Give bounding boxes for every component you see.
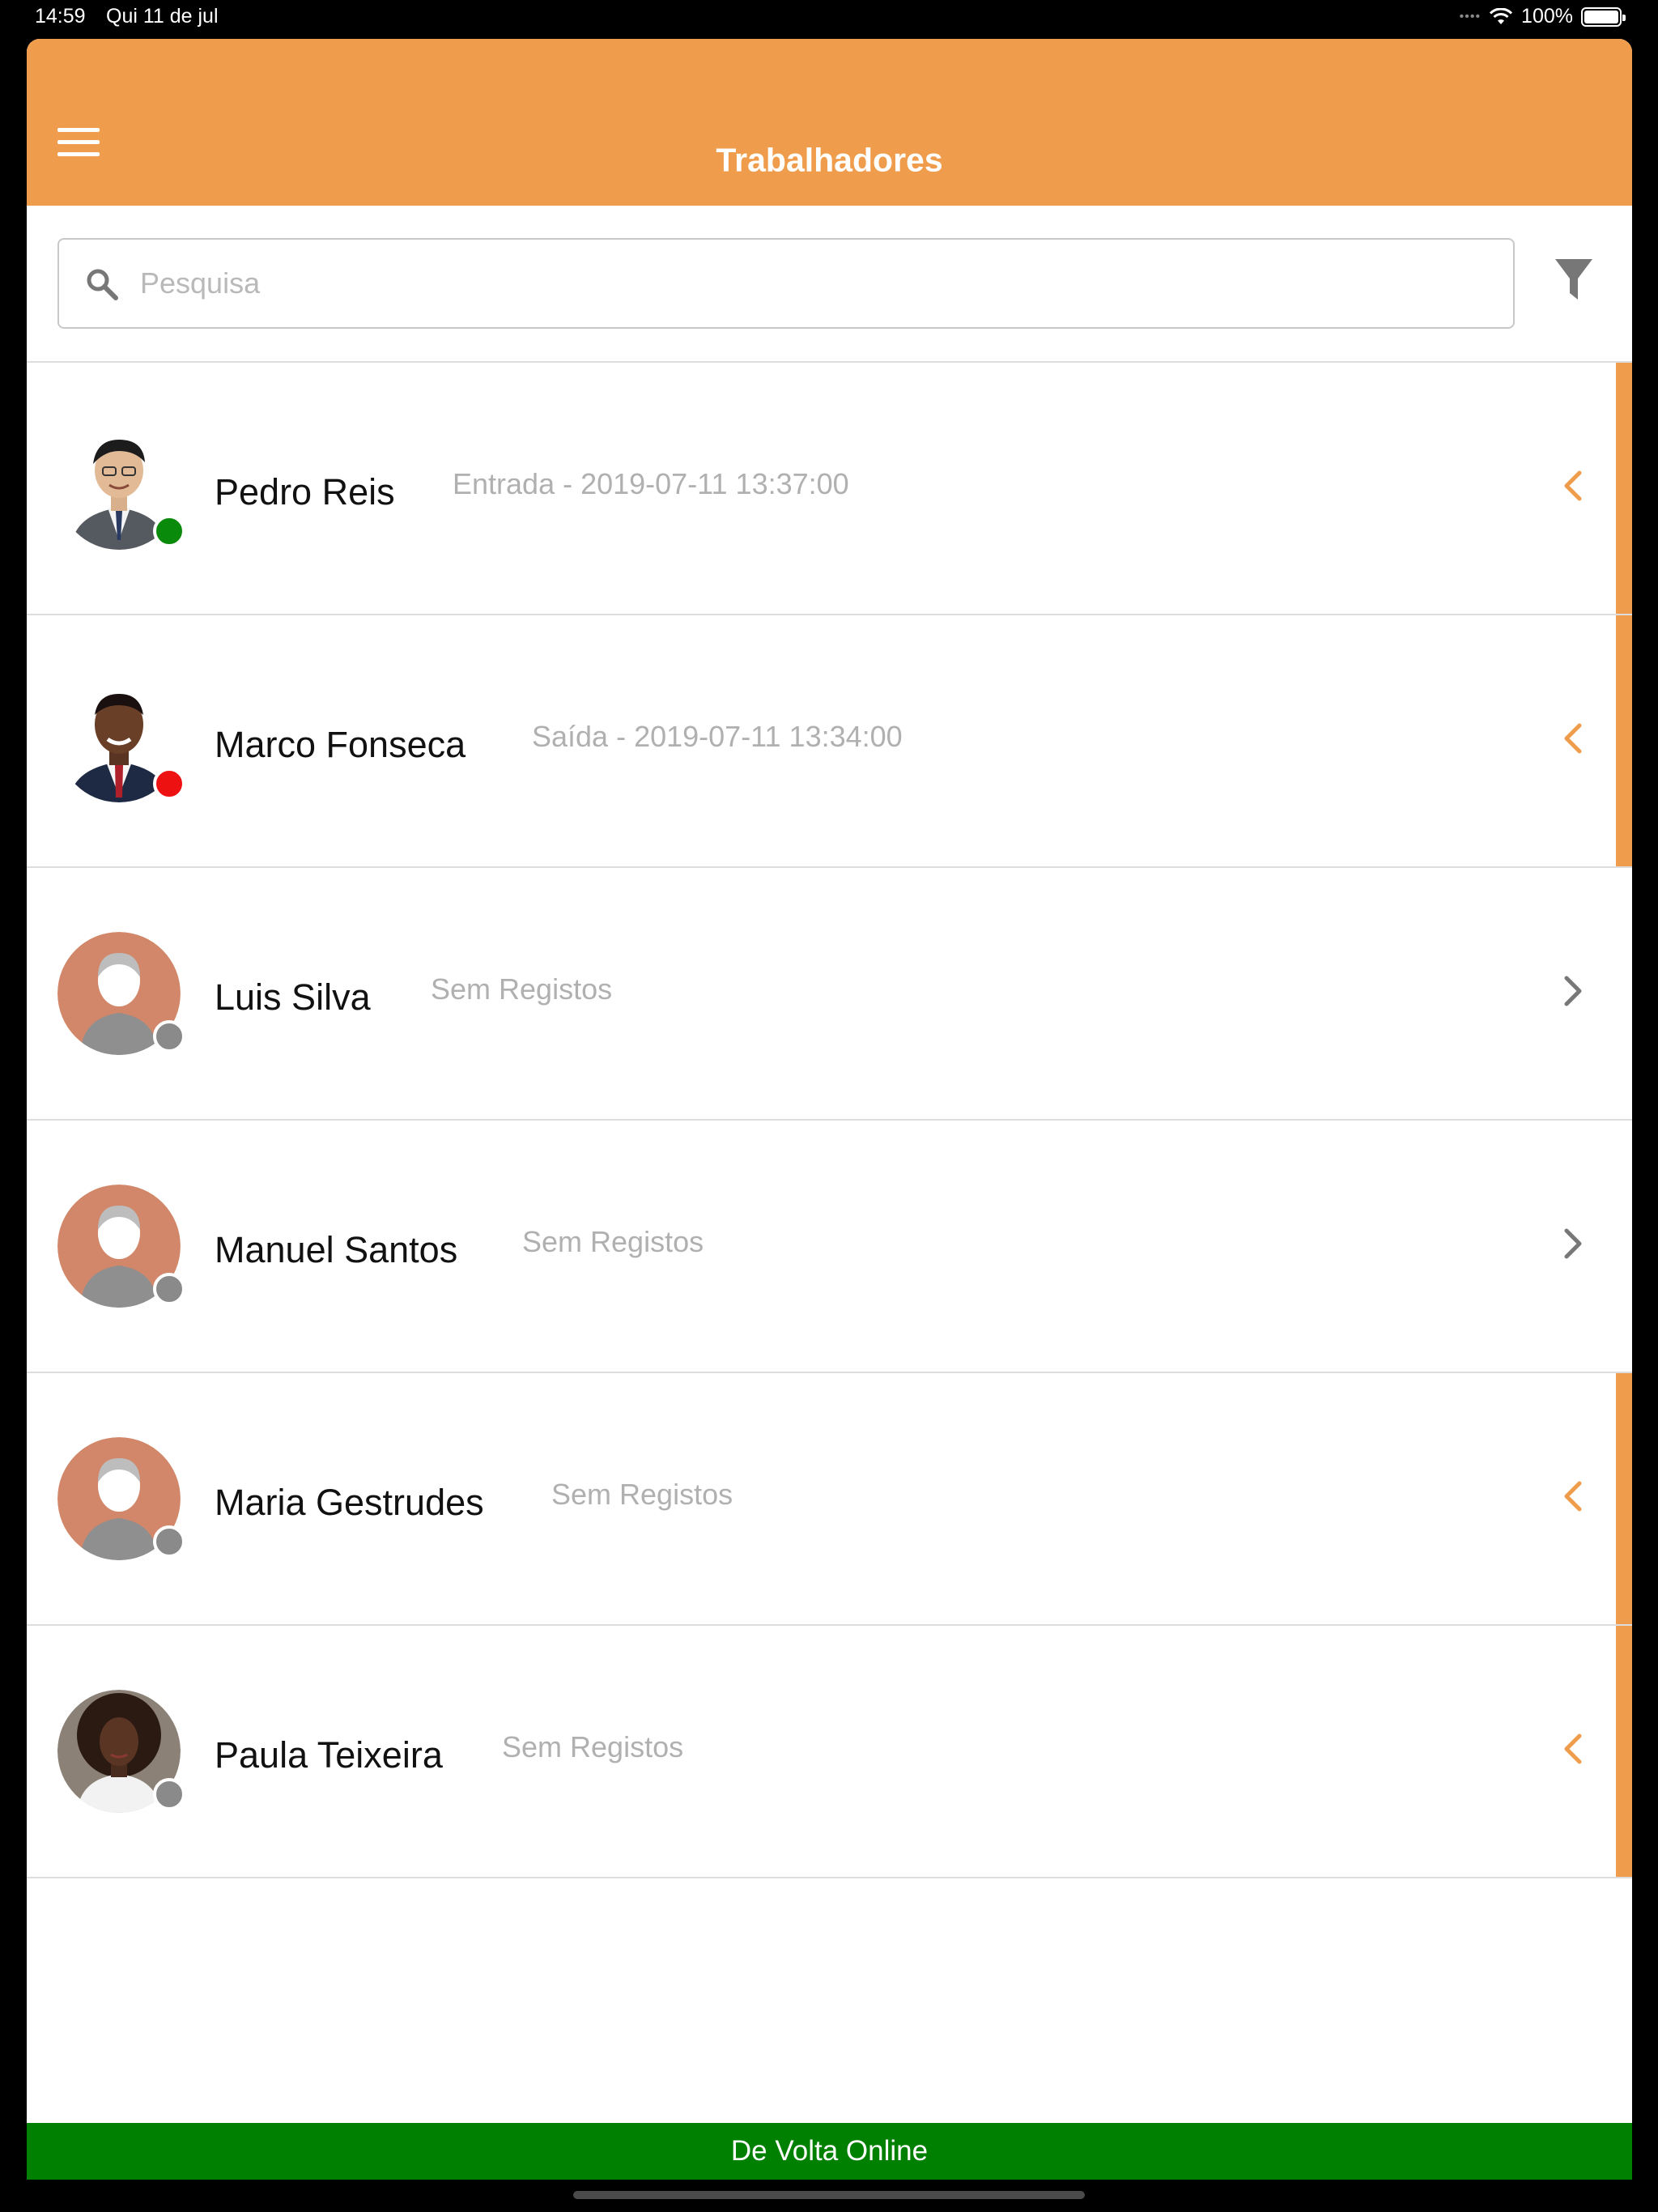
home-indicator <box>573 2191 1085 2199</box>
list-item[interactable]: Manuel Santos Sem Registos <box>27 1121 1632 1373</box>
status-date: Qui 11 de jul <box>106 5 219 28</box>
status-unknown-dot <box>153 1273 185 1305</box>
search-icon <box>87 269 118 300</box>
worker-subtitle: Sem Registos <box>431 972 613 1006</box>
connection-banner: De Volta Online <box>27 2123 1632 2180</box>
workers-list: Pedro Reis Entrada - 2019-07-11 13:37:00 <box>27 363 1632 1878</box>
battery-percent: 100% <box>1521 5 1573 28</box>
row-accent-bar <box>1616 1373 1632 1624</box>
status-time: 14:59 <box>35 5 86 28</box>
status-bar: 14:59 Qui 11 de jul •••• 100% <box>0 0 1658 39</box>
connection-banner-text: De Volta Online <box>730 2135 929 2167</box>
worker-subtitle: Sem Registos <box>551 1478 733 1511</box>
wifi-icon <box>1489 7 1513 24</box>
list-item[interactable]: Pedro Reis Entrada - 2019-07-11 13:37:00 <box>27 363 1632 615</box>
worker-subtitle: Entrada - 2019-07-11 13:37:00 <box>453 467 849 500</box>
worker-name: Paula Teixeira <box>215 1734 443 1776</box>
search-field[interactable] <box>57 238 1515 329</box>
worker-subtitle: Sem Registos <box>522 1225 704 1258</box>
row-accent-bar <box>1616 1626 1632 1877</box>
status-unknown-dot <box>153 1525 185 1558</box>
worker-subtitle: Saída - 2019-07-11 13:34:00 <box>532 720 903 753</box>
filter-funnel-icon[interactable] <box>1554 257 1594 303</box>
worker-name: Marco Fonseca <box>215 724 466 765</box>
search-bar <box>27 206 1632 363</box>
list-item[interactable]: Maria Gestrudes Sem Registos <box>27 1373 1632 1626</box>
worker-name: Maria Gestrudes <box>215 1482 484 1523</box>
chevron-left-icon[interactable] <box>1557 721 1589 756</box>
status-offline-dot <box>153 768 185 800</box>
chevron-left-icon[interactable] <box>1557 1478 1589 1514</box>
list-item[interactable]: Luis Silva Sem Registos <box>27 868 1632 1121</box>
worker-name: Pedro Reis <box>215 471 395 513</box>
search-input[interactable] <box>140 240 1500 327</box>
page-title: Trabalhadores <box>716 141 943 179</box>
worker-subtitle: Sem Registos <box>502 1730 684 1763</box>
row-accent-bar <box>1616 363 1632 614</box>
list-item[interactable]: Paula Teixeira Sem Registos <box>27 1626 1632 1878</box>
worker-name: Luis Silva <box>215 976 371 1018</box>
cellular-dots-icon: •••• <box>1459 9 1482 23</box>
status-unknown-dot <box>153 1778 185 1810</box>
status-right: •••• 100% <box>1459 5 1626 28</box>
worker-name: Manuel Santos <box>215 1229 458 1270</box>
chevron-right-icon[interactable] <box>1557 973 1589 1009</box>
app-header: Trabalhadores <box>27 39 1632 206</box>
app-window: Trabalhadores Pesquisa Pedro Reis Entrad… <box>27 39 1632 2180</box>
battery-icon <box>1581 6 1626 27</box>
list-item[interactable]: Marco Fonseca Saída - 2019-07-11 13:34:0… <box>27 615 1632 868</box>
chevron-right-icon[interactable] <box>1557 1226 1589 1261</box>
status-unknown-dot <box>153 1020 185 1053</box>
chevron-left-icon[interactable] <box>1557 468 1589 504</box>
row-accent-bar <box>1616 615 1632 866</box>
chevron-left-icon[interactable] <box>1557 1731 1589 1767</box>
status-online-dot <box>153 515 185 547</box>
